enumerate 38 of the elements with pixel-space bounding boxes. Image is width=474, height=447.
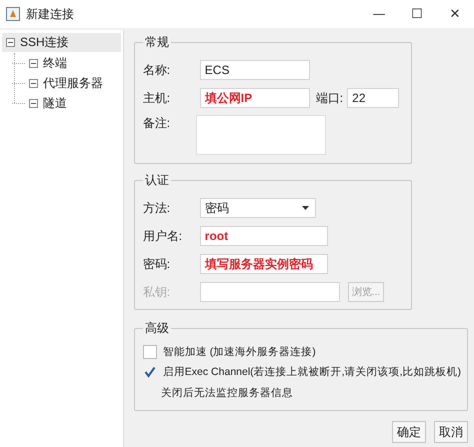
cancel-button[interactable]: 取消 <box>434 421 468 443</box>
tree-item-label: 终端 <box>43 54 67 72</box>
checkbox[interactable] <box>142 345 157 359</box>
checkbox-label: 启用Exec Channel(若连接上就被断开,请关闭该项,比如跳板机) <box>162 365 461 379</box>
field-label: 方法: <box>142 200 172 216</box>
caret-icon <box>302 206 309 210</box>
checkbox-label: 智能加速 (加速海外服务器连接) <box>162 345 316 359</box>
field-label: 端口: <box>316 90 344 106</box>
tree-item-label: 代理服务器 <box>43 74 103 92</box>
note-field[interactable] <box>196 115 326 155</box>
option-note: 关闭后无法监控服务器信息 <box>160 386 294 400</box>
name-field[interactable]: ECS <box>200 60 310 80</box>
port-field[interactable]: 22 <box>347 88 400 108</box>
collapse-icon[interactable] <box>29 98 38 108</box>
ok-button[interactable]: 确定 <box>392 421 426 443</box>
collapse-icon[interactable] <box>6 38 15 47</box>
field-label: 主机: <box>142 90 172 106</box>
tree-item-label: SSH连接 <box>20 34 69 51</box>
collapse-icon[interactable] <box>29 78 38 88</box>
input-field[interactable]: root <box>200 226 328 246</box>
tree-item-label: 隧道 <box>43 94 67 112</box>
group-title: 高级 <box>144 320 170 337</box>
field-label: 私钥: <box>142 284 172 300</box>
checkbox[interactable] <box>142 365 157 379</box>
field-label: 备注: <box>142 115 172 132</box>
minimize-button[interactable]: — <box>360 0 398 28</box>
group-title: 认证 <box>144 172 170 189</box>
group-title: 常规 <box>144 34 170 51</box>
window-title: 新建连接 <box>26 6 74 22</box>
field-label: 用户名: <box>142 228 184 244</box>
app-icon <box>6 7 20 21</box>
field-label: 名称: <box>142 62 172 78</box>
tree-item-row[interactable]: SSH连接 <box>2 33 121 52</box>
method-dropdown[interactable]: 密码 <box>200 198 316 218</box>
close-button[interactable]: ✕ <box>436 0 474 28</box>
field-label: 密码: <box>142 256 172 272</box>
maximize-button[interactable]: ☐ <box>398 0 436 28</box>
collapse-icon[interactable] <box>29 58 38 68</box>
